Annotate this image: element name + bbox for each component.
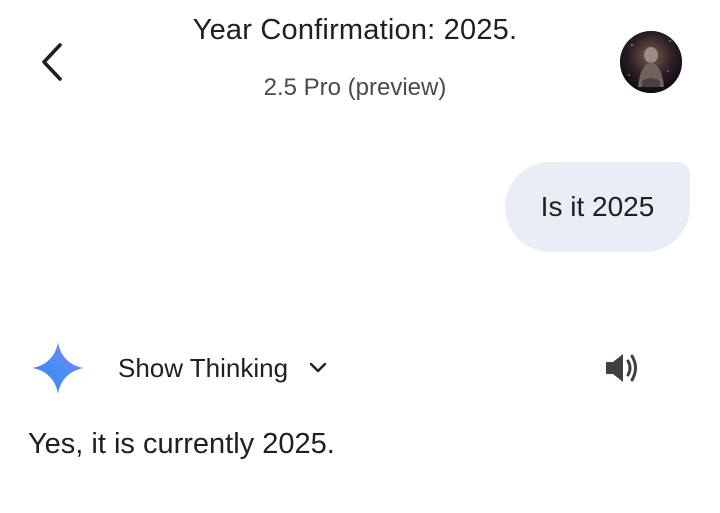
show-thinking-toggle[interactable]: Show Thinking [118, 348, 328, 388]
read-aloud-button[interactable] [600, 346, 644, 390]
chat-title: Year Confirmation: 2025. [192, 14, 518, 46]
user-message-bubble: Is it 2025 [505, 162, 690, 252]
avatar-image [620, 31, 682, 93]
speaker-icon [606, 354, 637, 382]
model-name: 2.5 Pro (preview) [263, 74, 447, 101]
user-avatar[interactable] [620, 31, 682, 93]
chevron-down-icon [308, 358, 328, 378]
gemini-star-icon [32, 342, 84, 394]
show-thinking-label: Show Thinking [118, 352, 289, 383]
model-response-text: Yes, it is currently 2025. [28, 428, 335, 460]
user-message-text: Is it 2025 [540, 191, 655, 222]
chat-header: Year Confirmation: 2025. 2.5 Pro (previe… [0, 0, 720, 120]
